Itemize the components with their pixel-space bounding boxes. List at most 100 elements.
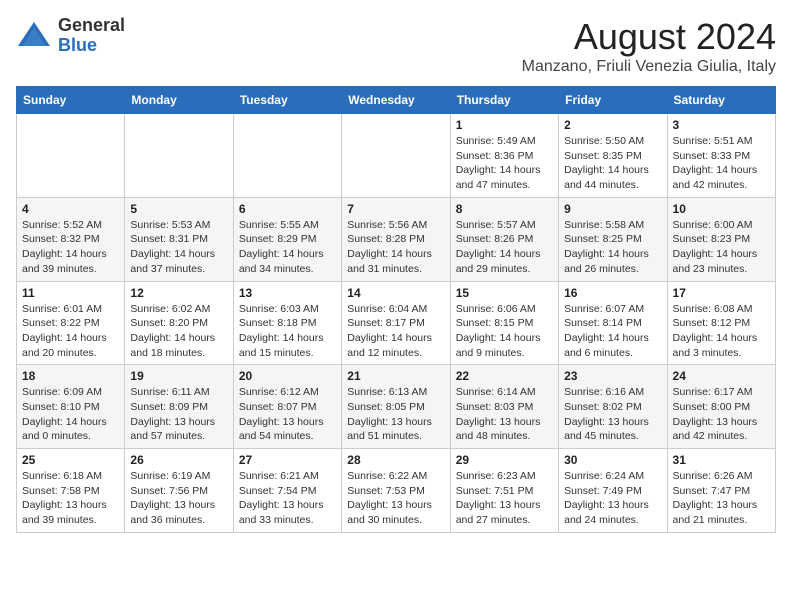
day-cell	[233, 114, 341, 198]
day-info: Sunrise: 6:06 AMSunset: 8:15 PMDaylight:…	[456, 302, 553, 361]
day-cell: 23 Sunrise: 6:16 AMSunset: 8:02 PMDayligh…	[559, 365, 667, 449]
day-cell: 6Sunrise: 5:55 AMSunset: 8:29 PMDaylight…	[233, 197, 341, 281]
day-number: 13	[239, 286, 336, 300]
day-cell: 31Sunrise: 6:26 AMSunset: 7:47 PMDayligh…	[667, 449, 775, 533]
logo: General Blue	[16, 16, 125, 56]
day-number: 1	[456, 118, 553, 132]
day-number: 25	[22, 453, 119, 467]
day-number: 8	[456, 202, 553, 216]
week-row-4: 18 Sunrise: 6:09 AMSunset: 8:10 PMDayligh…	[17, 365, 776, 449]
day-cell: 11 Sunrise: 6:01 AMSunset: 8:22 PMDayligh…	[17, 281, 125, 365]
day-info: Sunrise: 6:26 AMSunset: 7:47 PMDaylight:…	[673, 469, 770, 528]
day-info: Sunrise: 6:11 AMSunset: 8:09 PMDaylight:…	[130, 385, 227, 444]
day-number: 7	[347, 202, 444, 216]
weekday-header-saturday: Saturday	[667, 87, 775, 114]
weekday-header-friday: Friday	[559, 87, 667, 114]
day-cell: 20 Sunrise: 6:12 AMSunset: 8:07 PMDayligh…	[233, 365, 341, 449]
day-info: Sunrise: 6:13 AMSunset: 8:05 PMDaylight:…	[347, 385, 444, 444]
day-number: 2	[564, 118, 661, 132]
day-info: Sunrise: 5:58 AMSunset: 8:25 PMDaylight:…	[564, 218, 661, 277]
day-cell	[17, 114, 125, 198]
day-info: Sunrise: 6:08 AMSunset: 8:12 PMDaylight:…	[673, 302, 770, 361]
day-info: Sunrise: 6:16 AMSunset: 8:02 PMDaylight:…	[564, 385, 661, 444]
day-number: 3	[673, 118, 770, 132]
day-info: Sunrise: 6:21 AMSunset: 7:54 PMDaylight:…	[239, 469, 336, 528]
day-number: 12	[130, 286, 227, 300]
day-number: 20	[239, 369, 336, 383]
weekday-header-wednesday: Wednesday	[342, 87, 450, 114]
day-cell: 1 Sunrise: 5:49 AMSunset: 8:36 PMDaylight…	[450, 114, 558, 198]
day-cell: 3 Sunrise: 5:51 AMSunset: 8:33 PMDaylight…	[667, 114, 775, 198]
day-cell: 8 Sunrise: 5:57 AMSunset: 8:26 PMDaylight…	[450, 197, 558, 281]
day-info: Sunrise: 5:56 AMSunset: 8:28 PMDaylight:…	[347, 218, 444, 277]
day-info: Sunrise: 6:14 AMSunset: 8:03 PMDaylight:…	[456, 385, 553, 444]
day-info: Sunrise: 5:50 AMSunset: 8:35 PMDaylight:…	[564, 134, 661, 193]
day-number: 26	[130, 453, 227, 467]
day-number: 4	[22, 202, 119, 216]
day-cell: 21 Sunrise: 6:13 AMSunset: 8:05 PMDayligh…	[342, 365, 450, 449]
day-cell: 28 Sunrise: 6:22 AMSunset: 7:53 PMDayligh…	[342, 449, 450, 533]
day-number: 18	[22, 369, 119, 383]
week-row-1: 1 Sunrise: 5:49 AMSunset: 8:36 PMDaylight…	[17, 114, 776, 198]
day-number: 24	[673, 369, 770, 383]
day-cell: 17Sunrise: 6:08 AMSunset: 8:12 PMDayligh…	[667, 281, 775, 365]
day-info: Sunrise: 6:24 AMSunset: 7:49 PMDaylight:…	[564, 469, 661, 528]
weekday-header-tuesday: Tuesday	[233, 87, 341, 114]
day-cell: 9 Sunrise: 5:58 AMSunset: 8:25 PMDaylight…	[559, 197, 667, 281]
day-number: 15	[456, 286, 553, 300]
day-info: Sunrise: 6:07 AMSunset: 8:14 PMDaylight:…	[564, 302, 661, 361]
day-cell: 13 Sunrise: 6:03 AMSunset: 8:18 PMDayligh…	[233, 281, 341, 365]
day-cell: 27 Sunrise: 6:21 AMSunset: 7:54 PMDayligh…	[233, 449, 341, 533]
day-cell: 22 Sunrise: 6:14 AMSunset: 8:03 PMDayligh…	[450, 365, 558, 449]
day-info: Sunrise: 6:03 AMSunset: 8:18 PMDaylight:…	[239, 302, 336, 361]
month-title: August 2024	[522, 16, 776, 58]
day-number: 19	[130, 369, 227, 383]
day-info: Sunrise: 6:01 AMSunset: 8:22 PMDaylight:…	[22, 302, 119, 361]
day-number: 6	[239, 202, 336, 216]
day-number: 9	[564, 202, 661, 216]
day-number: 23	[564, 369, 661, 383]
day-info: Sunrise: 5:49 AMSunset: 8:36 PMDaylight:…	[456, 134, 553, 193]
day-info: Sunrise: 6:04 AMSunset: 8:17 PMDaylight:…	[347, 302, 444, 361]
day-info: Sunrise: 5:51 AMSunset: 8:33 PMDaylight:…	[673, 134, 770, 193]
day-info: Sunrise: 6:09 AMSunset: 8:10 PMDaylight:…	[22, 385, 119, 444]
weekday-header-sunday: Sunday	[17, 87, 125, 114]
day-info: Sunrise: 6:12 AMSunset: 8:07 PMDaylight:…	[239, 385, 336, 444]
page-header: General Blue August 2024 Manzano, Friuli…	[16, 16, 776, 76]
day-info: Sunrise: 6:23 AMSunset: 7:51 PMDaylight:…	[456, 469, 553, 528]
day-cell	[342, 114, 450, 198]
day-number: 11	[22, 286, 119, 300]
day-cell: 29Sunrise: 6:23 AMSunset: 7:51 PMDayligh…	[450, 449, 558, 533]
week-row-2: 4Sunrise: 5:52 AMSunset: 8:32 PMDaylight…	[17, 197, 776, 281]
day-number: 22	[456, 369, 553, 383]
logo-text: General Blue	[58, 16, 125, 56]
day-cell: 4Sunrise: 5:52 AMSunset: 8:32 PMDaylight…	[17, 197, 125, 281]
day-number: 21	[347, 369, 444, 383]
day-cell: 24Sunrise: 6:17 AMSunset: 8:00 PMDayligh…	[667, 365, 775, 449]
day-number: 14	[347, 286, 444, 300]
weekday-header-monday: Monday	[125, 87, 233, 114]
day-cell: 10Sunrise: 6:00 AMSunset: 8:23 PMDayligh…	[667, 197, 775, 281]
day-number: 27	[239, 453, 336, 467]
day-info: Sunrise: 6:02 AMSunset: 8:20 PMDaylight:…	[130, 302, 227, 361]
day-cell: 18 Sunrise: 6:09 AMSunset: 8:10 PMDayligh…	[17, 365, 125, 449]
day-cell: 2 Sunrise: 5:50 AMSunset: 8:35 PMDaylight…	[559, 114, 667, 198]
day-info: Sunrise: 6:19 AMSunset: 7:56 PMDaylight:…	[130, 469, 227, 528]
day-info: Sunrise: 6:22 AMSunset: 7:53 PMDaylight:…	[347, 469, 444, 528]
day-cell: 14 Sunrise: 6:04 AMSunset: 8:17 PMDayligh…	[342, 281, 450, 365]
weekday-header-thursday: Thursday	[450, 87, 558, 114]
location-title: Manzano, Friuli Venezia Giulia, Italy	[522, 58, 776, 76]
title-area: August 2024 Manzano, Friuli Venezia Giul…	[522, 16, 776, 76]
day-number: 16	[564, 286, 661, 300]
day-cell: 5 Sunrise: 5:53 AMSunset: 8:31 PMDaylight…	[125, 197, 233, 281]
week-row-5: 25 Sunrise: 6:18 AMSunset: 7:58 PMDayligh…	[17, 449, 776, 533]
week-row-3: 11 Sunrise: 6:01 AMSunset: 8:22 PMDayligh…	[17, 281, 776, 365]
day-number: 28	[347, 453, 444, 467]
weekday-header-row: SundayMondayTuesdayWednesdayThursdayFrid…	[17, 87, 776, 114]
day-number: 5	[130, 202, 227, 216]
day-info: Sunrise: 6:18 AMSunset: 7:58 PMDaylight:…	[22, 469, 119, 528]
day-cell: 30Sunrise: 6:24 AMSunset: 7:49 PMDayligh…	[559, 449, 667, 533]
day-cell: 16 Sunrise: 6:07 AMSunset: 8:14 PMDayligh…	[559, 281, 667, 365]
day-info: Sunrise: 5:53 AMSunset: 8:31 PMDaylight:…	[130, 218, 227, 277]
day-info: Sunrise: 5:57 AMSunset: 8:26 PMDaylight:…	[456, 218, 553, 277]
